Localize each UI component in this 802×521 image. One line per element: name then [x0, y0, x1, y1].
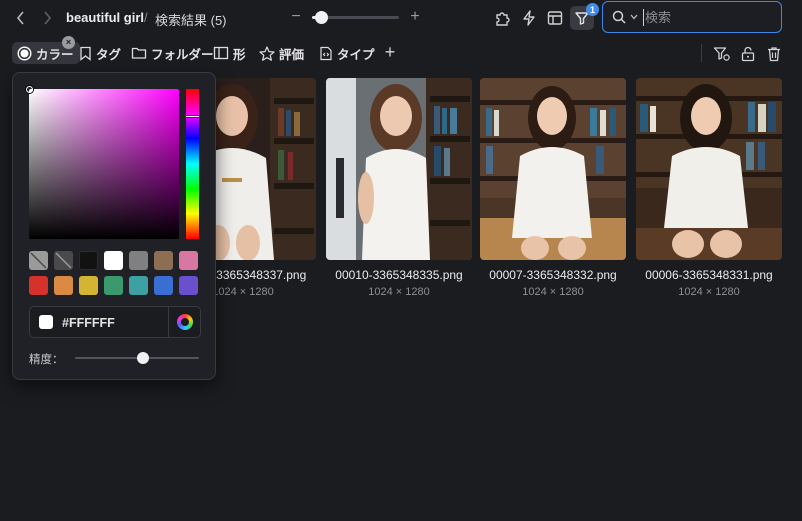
- shape-icon: [213, 46, 229, 60]
- photo-image: [480, 78, 626, 260]
- filter-rating[interactable]: 評価: [259, 42, 304, 64]
- lock-filter-button[interactable]: [738, 44, 758, 64]
- hue-slider[interactable]: [185, 89, 200, 239]
- color-swatch[interactable]: [154, 251, 173, 270]
- precision-label: 精度：: [29, 354, 64, 366]
- bookmark-icon: [80, 46, 91, 61]
- color-swatch[interactable]: [104, 251, 123, 270]
- add-filter-button[interactable]: +: [382, 42, 398, 62]
- filter-tag-label: タグ: [96, 47, 122, 62]
- image-card[interactable]: 00006-3365348331.png 1024 × 1280: [636, 78, 782, 298]
- file-code-icon: [320, 46, 332, 60]
- photo-image: [636, 78, 782, 260]
- color-filter-popover: 精度：: [12, 72, 216, 380]
- chevron-right-icon: [44, 11, 52, 25]
- filter-folder[interactable]: フォルダー: [131, 42, 214, 64]
- image-thumbnail[interactable]: [326, 78, 472, 260]
- layout-button[interactable]: [544, 7, 566, 29]
- image-filename: 00006-3365348331.png: [645, 268, 773, 282]
- hex-input[interactable]: [62, 315, 162, 331]
- filter-folder-label: フォルダー: [151, 47, 214, 62]
- hue-slider-handle[interactable]: [185, 115, 200, 118]
- color-swatch[interactable]: [54, 251, 73, 270]
- no-color-icon: [55, 252, 72, 269]
- color-swatch[interactable]: [54, 276, 73, 295]
- filter-type-label: タイプ: [337, 47, 375, 62]
- hex-field[interactable]: [29, 306, 201, 338]
- filter-settings-icon: [713, 47, 730, 61]
- remove-color-filter-button[interactable]: ×: [62, 36, 75, 49]
- image-filename: 00010-3365348335.png: [335, 268, 463, 282]
- layout-icon: [547, 11, 563, 25]
- hex-field-divider: [168, 307, 169, 337]
- lightning-icon: [523, 10, 535, 26]
- back-button[interactable]: [11, 8, 31, 28]
- precision-slider[interactable]: [75, 352, 199, 364]
- search-input[interactable]: [643, 9, 773, 26]
- star-icon: [259, 45, 275, 61]
- zoom-in-button[interactable]: +: [408, 9, 422, 25]
- folder-icon: [131, 47, 147, 59]
- top-bar: beautiful girl / 検索結果 (5) − + 1: [0, 0, 802, 36]
- chevron-left-icon: [16, 11, 24, 25]
- image-thumbnail[interactable]: [636, 78, 782, 260]
- trash-icon: [768, 47, 780, 62]
- color-circle-icon: [17, 45, 32, 61]
- image-dimensions: 1024 × 1280: [678, 286, 740, 298]
- filter-bar: カラー タグ フォルダー 形 評価 タイプ: [0, 38, 802, 68]
- color-swatch[interactable]: [129, 251, 148, 270]
- filter-type[interactable]: タイプ: [319, 42, 375, 64]
- image-card[interactable]: 00007-3365348332.png 1024 × 1280: [480, 78, 626, 298]
- breadcrumb-folder[interactable]: beautiful girl: [66, 10, 144, 25]
- zoom-slider[interactable]: [312, 11, 399, 24]
- forward-button[interactable]: [37, 8, 57, 28]
- image-card[interactable]: 00010-3365348335.png 1024 × 1280: [326, 78, 472, 298]
- color-swatch[interactable]: [79, 276, 98, 295]
- precision-slider-handle[interactable]: [137, 352, 150, 364]
- zoom-slider-handle[interactable]: [314, 11, 328, 24]
- color-swatch[interactable]: [179, 276, 198, 295]
- search-box[interactable]: [602, 1, 782, 33]
- image-filename: 00007-3365348332.png: [489, 268, 617, 282]
- selected-color-preview: [39, 315, 53, 329]
- no-color-icon: [30, 252, 47, 269]
- clear-filters-button[interactable]: [764, 44, 784, 64]
- color-swatch[interactable]: [179, 251, 198, 270]
- color-swatch[interactable]: [29, 251, 48, 270]
- filter-settings-button[interactable]: [712, 44, 732, 64]
- filter-tag[interactable]: タグ: [79, 42, 121, 64]
- toolbar-divider: [701, 44, 702, 62]
- color-swatch[interactable]: [79, 251, 98, 270]
- saturation-value-picker[interactable]: [26, 86, 179, 239]
- breadcrumb-current: 検索結果 (5): [155, 13, 227, 28]
- unlock-icon: [741, 46, 755, 62]
- filter-shape[interactable]: 形: [213, 42, 246, 64]
- image-dimensions: 1024 × 1280: [522, 286, 584, 298]
- filter-shape-label: 形: [233, 47, 246, 62]
- color-picker-cursor[interactable]: [26, 86, 33, 93]
- plugin-button[interactable]: [492, 7, 514, 29]
- image-thumbnail[interactable]: [480, 78, 626, 260]
- action-button[interactable]: [518, 7, 540, 29]
- chevron-down-icon[interactable]: [630, 14, 638, 20]
- image-dimensions: 1024 × 1280: [368, 286, 430, 298]
- color-swatch[interactable]: [104, 276, 123, 295]
- breadcrumb-separator: /: [144, 10, 148, 25]
- color-swatch[interactable]: [129, 276, 148, 295]
- color-swatch[interactable]: [154, 276, 173, 295]
- color-swatch[interactable]: [29, 276, 48, 295]
- zoom-out-button[interactable]: −: [289, 9, 303, 25]
- color-wheel-icon[interactable]: [177, 314, 193, 330]
- search-icon: [612, 10, 626, 24]
- filter-count-badge: 1: [586, 3, 599, 16]
- filter-rating-label: 評価: [279, 47, 305, 62]
- photo-image: [326, 78, 472, 260]
- puzzle-icon: [496, 12, 510, 26]
